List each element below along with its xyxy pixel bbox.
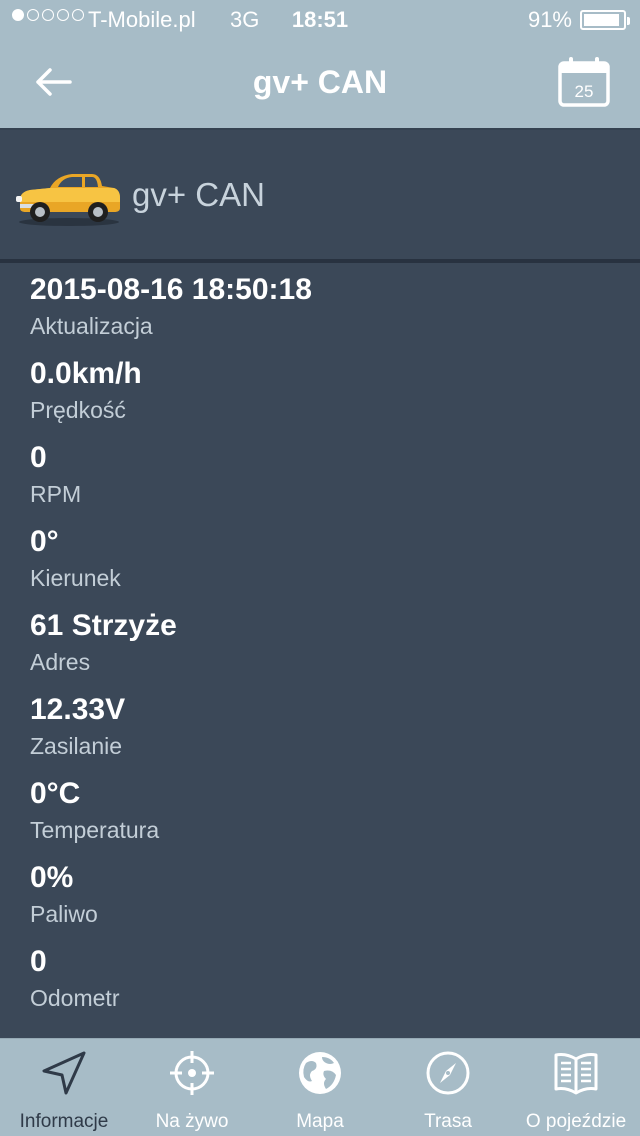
top-bar: T-Mobile.pl 3G 18:51 91% gv+ CAN 25	[0, 0, 640, 128]
field-value: 0	[30, 945, 47, 978]
field-rpm: 0 RPM	[30, 438, 610, 522]
tab-label: O pojeździe	[525, 1111, 627, 1132]
field-temperature: 0°C Temperatura	[30, 774, 610, 858]
book-icon	[554, 1053, 598, 1095]
field-value: 0°	[30, 525, 59, 558]
tab-informacje[interactable]: Informacje	[0, 1039, 128, 1136]
navigation-arrow-icon	[42, 1051, 86, 1095]
field-value: 12.33V	[30, 693, 126, 726]
field-value: 0°C	[30, 777, 81, 810]
field-value: 0%	[30, 861, 74, 894]
tab-label: Na żywo	[155, 1111, 229, 1132]
battery-icon	[580, 10, 630, 30]
field-label: Odometr	[30, 985, 120, 1011]
battery-percent: 91%	[527, 7, 572, 32]
field-label: RPM	[30, 481, 82, 507]
field-label: Aktualizacja	[30, 313, 153, 339]
tab-label: Mapa	[296, 1111, 344, 1132]
tab-trasa[interactable]: Trasa	[384, 1039, 512, 1136]
car-icon	[16, 174, 120, 226]
status-bar: T-Mobile.pl 3G 18:51 91%	[0, 0, 640, 40]
field-label: Adres	[30, 649, 91, 675]
navigation-bar: gv+ CAN 25	[0, 40, 640, 128]
field-value: 2015-08-16 18:50:18	[30, 273, 312, 306]
tab-bar: Informacje Na żywo Mapa Trasa O pojeździ…	[0, 1038, 640, 1136]
field-label: Kierunek	[30, 565, 121, 591]
field-label: Paliwo	[30, 901, 98, 927]
calendar-icon[interactable]: 25	[556, 54, 612, 110]
compass-icon	[426, 1051, 470, 1095]
tab-o-pojezdzie[interactable]: O pojeździe	[512, 1039, 640, 1136]
globe-icon	[299, 1052, 341, 1094]
field-heading: 0° Kierunek	[30, 522, 610, 606]
field-value: 0	[30, 441, 47, 474]
divider	[0, 259, 640, 263]
field-value: 0.0km/h	[30, 357, 142, 390]
field-update-time: 2015-08-16 18:50:18 Aktualizacja	[30, 270, 610, 354]
calendar-day: 25	[575, 82, 594, 101]
field-value: 61 Strzyże	[30, 609, 177, 642]
field-address: 61 Strzyże Adres	[30, 606, 610, 690]
crosshair-icon	[170, 1051, 214, 1095]
vehicle-header: gv+ CAN	[0, 128, 640, 260]
field-power: 12.33V Zasilanie	[30, 690, 610, 774]
field-label: Prędkość	[30, 397, 126, 423]
vehicle-name: gv+ CAN	[132, 176, 265, 213]
vehicle-info-list: 2015-08-16 18:50:18 Aktualizacja 0.0km/h…	[30, 270, 610, 1026]
field-speed: 0.0km/h Prędkość	[30, 354, 610, 438]
tab-mapa[interactable]: Mapa	[256, 1039, 384, 1136]
field-label: Zasilanie	[30, 733, 123, 759]
page-title: gv+ CAN	[252, 64, 388, 100]
tab-label: Trasa	[424, 1111, 472, 1132]
field-fuel: 0% Paliwo	[30, 858, 610, 942]
tab-na-zywo[interactable]: Na żywo	[128, 1039, 256, 1136]
field-odometer: 0 Odometr	[30, 942, 610, 1026]
field-label: Temperatura	[30, 817, 160, 843]
